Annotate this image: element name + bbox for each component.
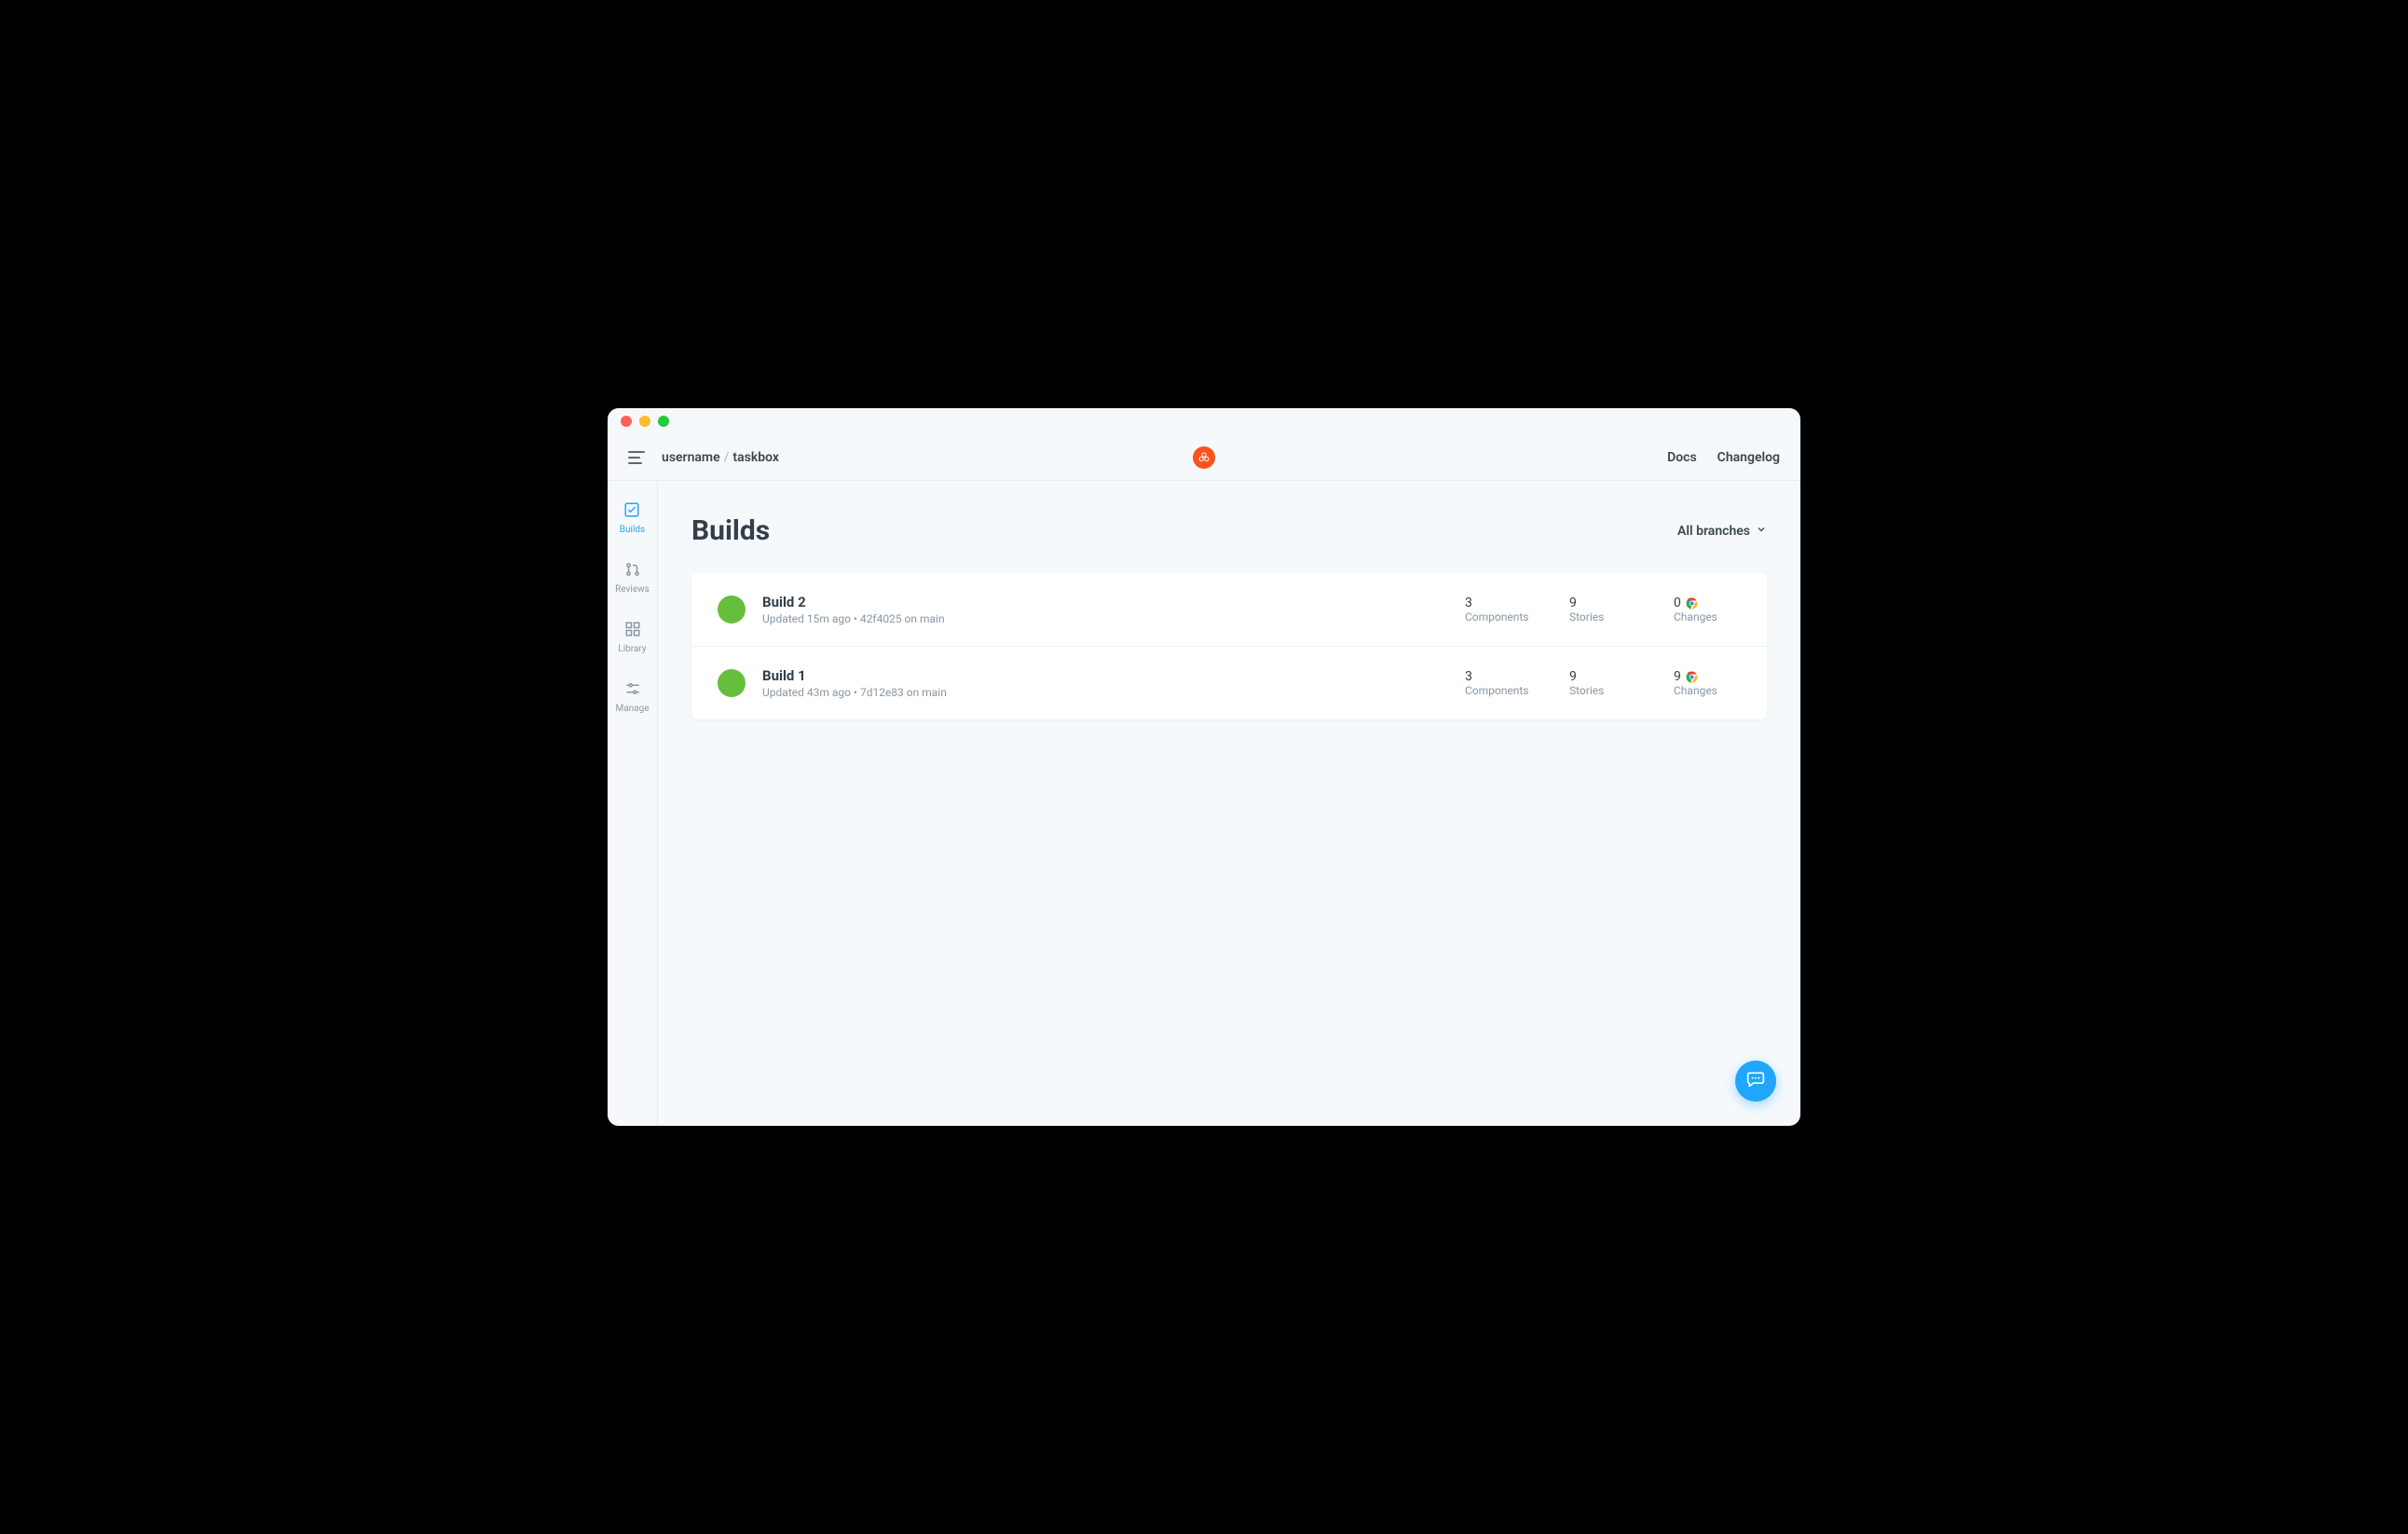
sidebar-item-library[interactable]: Library: [618, 621, 646, 654]
topbar-links: Docs Changelog: [1667, 450, 1780, 465]
sidebar-item-label: Reviews: [615, 584, 650, 595]
breadcrumb-separator: /: [724, 450, 730, 465]
stat-label: Stories: [1569, 684, 1636, 697]
pull-request-icon: [624, 561, 641, 581]
stat-value: 9: [1569, 669, 1636, 684]
titlebar: [608, 408, 1800, 434]
page-title: Builds: [691, 514, 770, 547]
status-passed-icon: [718, 669, 746, 697]
grid-icon: [624, 621, 641, 640]
docs-link[interactable]: Docs: [1667, 450, 1697, 465]
build-stats: 3 Components 9 Stories 9: [1465, 669, 1741, 697]
stat-label: Components: [1465, 684, 1532, 697]
stat-label: Stories: [1569, 610, 1636, 623]
components-stat: 3 Components: [1465, 596, 1532, 623]
changes-value: 0: [1674, 596, 1681, 610]
menu-icon[interactable]: [628, 451, 645, 464]
chrome-icon: [1686, 671, 1698, 683]
topbar: username / taskbox Docs Changelog: [608, 434, 1800, 481]
stat-value: 9: [1569, 596, 1636, 610]
sidebar-item-manage[interactable]: Manage: [615, 680, 649, 714]
breadcrumb[interactable]: username / taskbox: [662, 450, 779, 465]
stat-label: Components: [1465, 610, 1532, 623]
breadcrumb-user: username: [662, 450, 720, 465]
chat-button[interactable]: [1735, 1061, 1776, 1102]
build-stats: 3 Components 9 Stories 0: [1465, 596, 1741, 623]
build-info: Build 2 Updated 15m ago • 42f4025 on mai…: [762, 594, 1465, 625]
sliders-icon: [624, 680, 641, 700]
branch-filter-label: All branches: [1677, 524, 1750, 539]
stat-label: Changes: [1674, 610, 1741, 623]
chevron-down-icon: [1756, 524, 1767, 539]
window-close-button[interactable]: [621, 416, 632, 427]
app-body: Builds Reviews: [608, 481, 1800, 1126]
checkbox-icon: [623, 501, 640, 521]
stat-label: Changes: [1674, 684, 1741, 697]
components-stat: 3 Components: [1465, 669, 1532, 697]
window-maximize-button[interactable]: [658, 416, 669, 427]
build-row[interactable]: Build 2 Updated 15m ago • 42f4025 on mai…: [691, 573, 1767, 647]
sidebar-item-label: Library: [618, 644, 646, 654]
sidebar-item-builds[interactable]: Builds: [620, 501, 645, 535]
stories-stat: 9 Stories: [1569, 596, 1636, 623]
changes-stat: 0: [1674, 596, 1741, 623]
stat-value: 0: [1674, 596, 1741, 610]
changes-value: 9: [1674, 669, 1681, 684]
build-name: Build 2: [762, 594, 1465, 610]
main-header: Builds All branches: [691, 514, 1767, 547]
changes-stat: 9: [1674, 669, 1741, 697]
chromatic-logo-icon[interactable]: [1193, 446, 1215, 469]
changelog-link[interactable]: Changelog: [1717, 450, 1780, 465]
sidebar-item-label: Manage: [615, 704, 649, 714]
stat-value: 3: [1465, 669, 1532, 684]
window-minimize-button[interactable]: [639, 416, 650, 427]
branch-filter-dropdown[interactable]: All branches: [1677, 524, 1767, 539]
stat-value: 9: [1674, 669, 1741, 684]
sidebar-item-label: Builds: [620, 525, 645, 535]
chrome-icon: [1686, 597, 1698, 609]
builds-list: Build 2 Updated 15m ago • 42f4025 on mai…: [691, 573, 1767, 719]
build-meta: Updated 15m ago • 42f4025 on main: [762, 612, 1465, 625]
main-content: Builds All branches Build 2 Updated 15: [658, 481, 1800, 1126]
sidebar: Builds Reviews: [608, 481, 658, 1126]
breadcrumb-repo: taskbox: [732, 450, 779, 465]
build-info: Build 1 Updated 43m ago • 7d12e83 on mai…: [762, 667, 1465, 699]
status-passed-icon: [718, 596, 746, 623]
sidebar-item-reviews[interactable]: Reviews: [615, 561, 650, 595]
build-name: Build 1: [762, 667, 1465, 684]
stat-value: 3: [1465, 596, 1532, 610]
stories-stat: 9 Stories: [1569, 669, 1636, 697]
build-row[interactable]: Build 1 Updated 43m ago • 7d12e83 on mai…: [691, 647, 1767, 719]
chat-icon: [1746, 1070, 1765, 1092]
app-window: username / taskbox Docs Changelog: [608, 408, 1800, 1126]
build-meta: Updated 43m ago • 7d12e83 on main: [762, 686, 1465, 699]
